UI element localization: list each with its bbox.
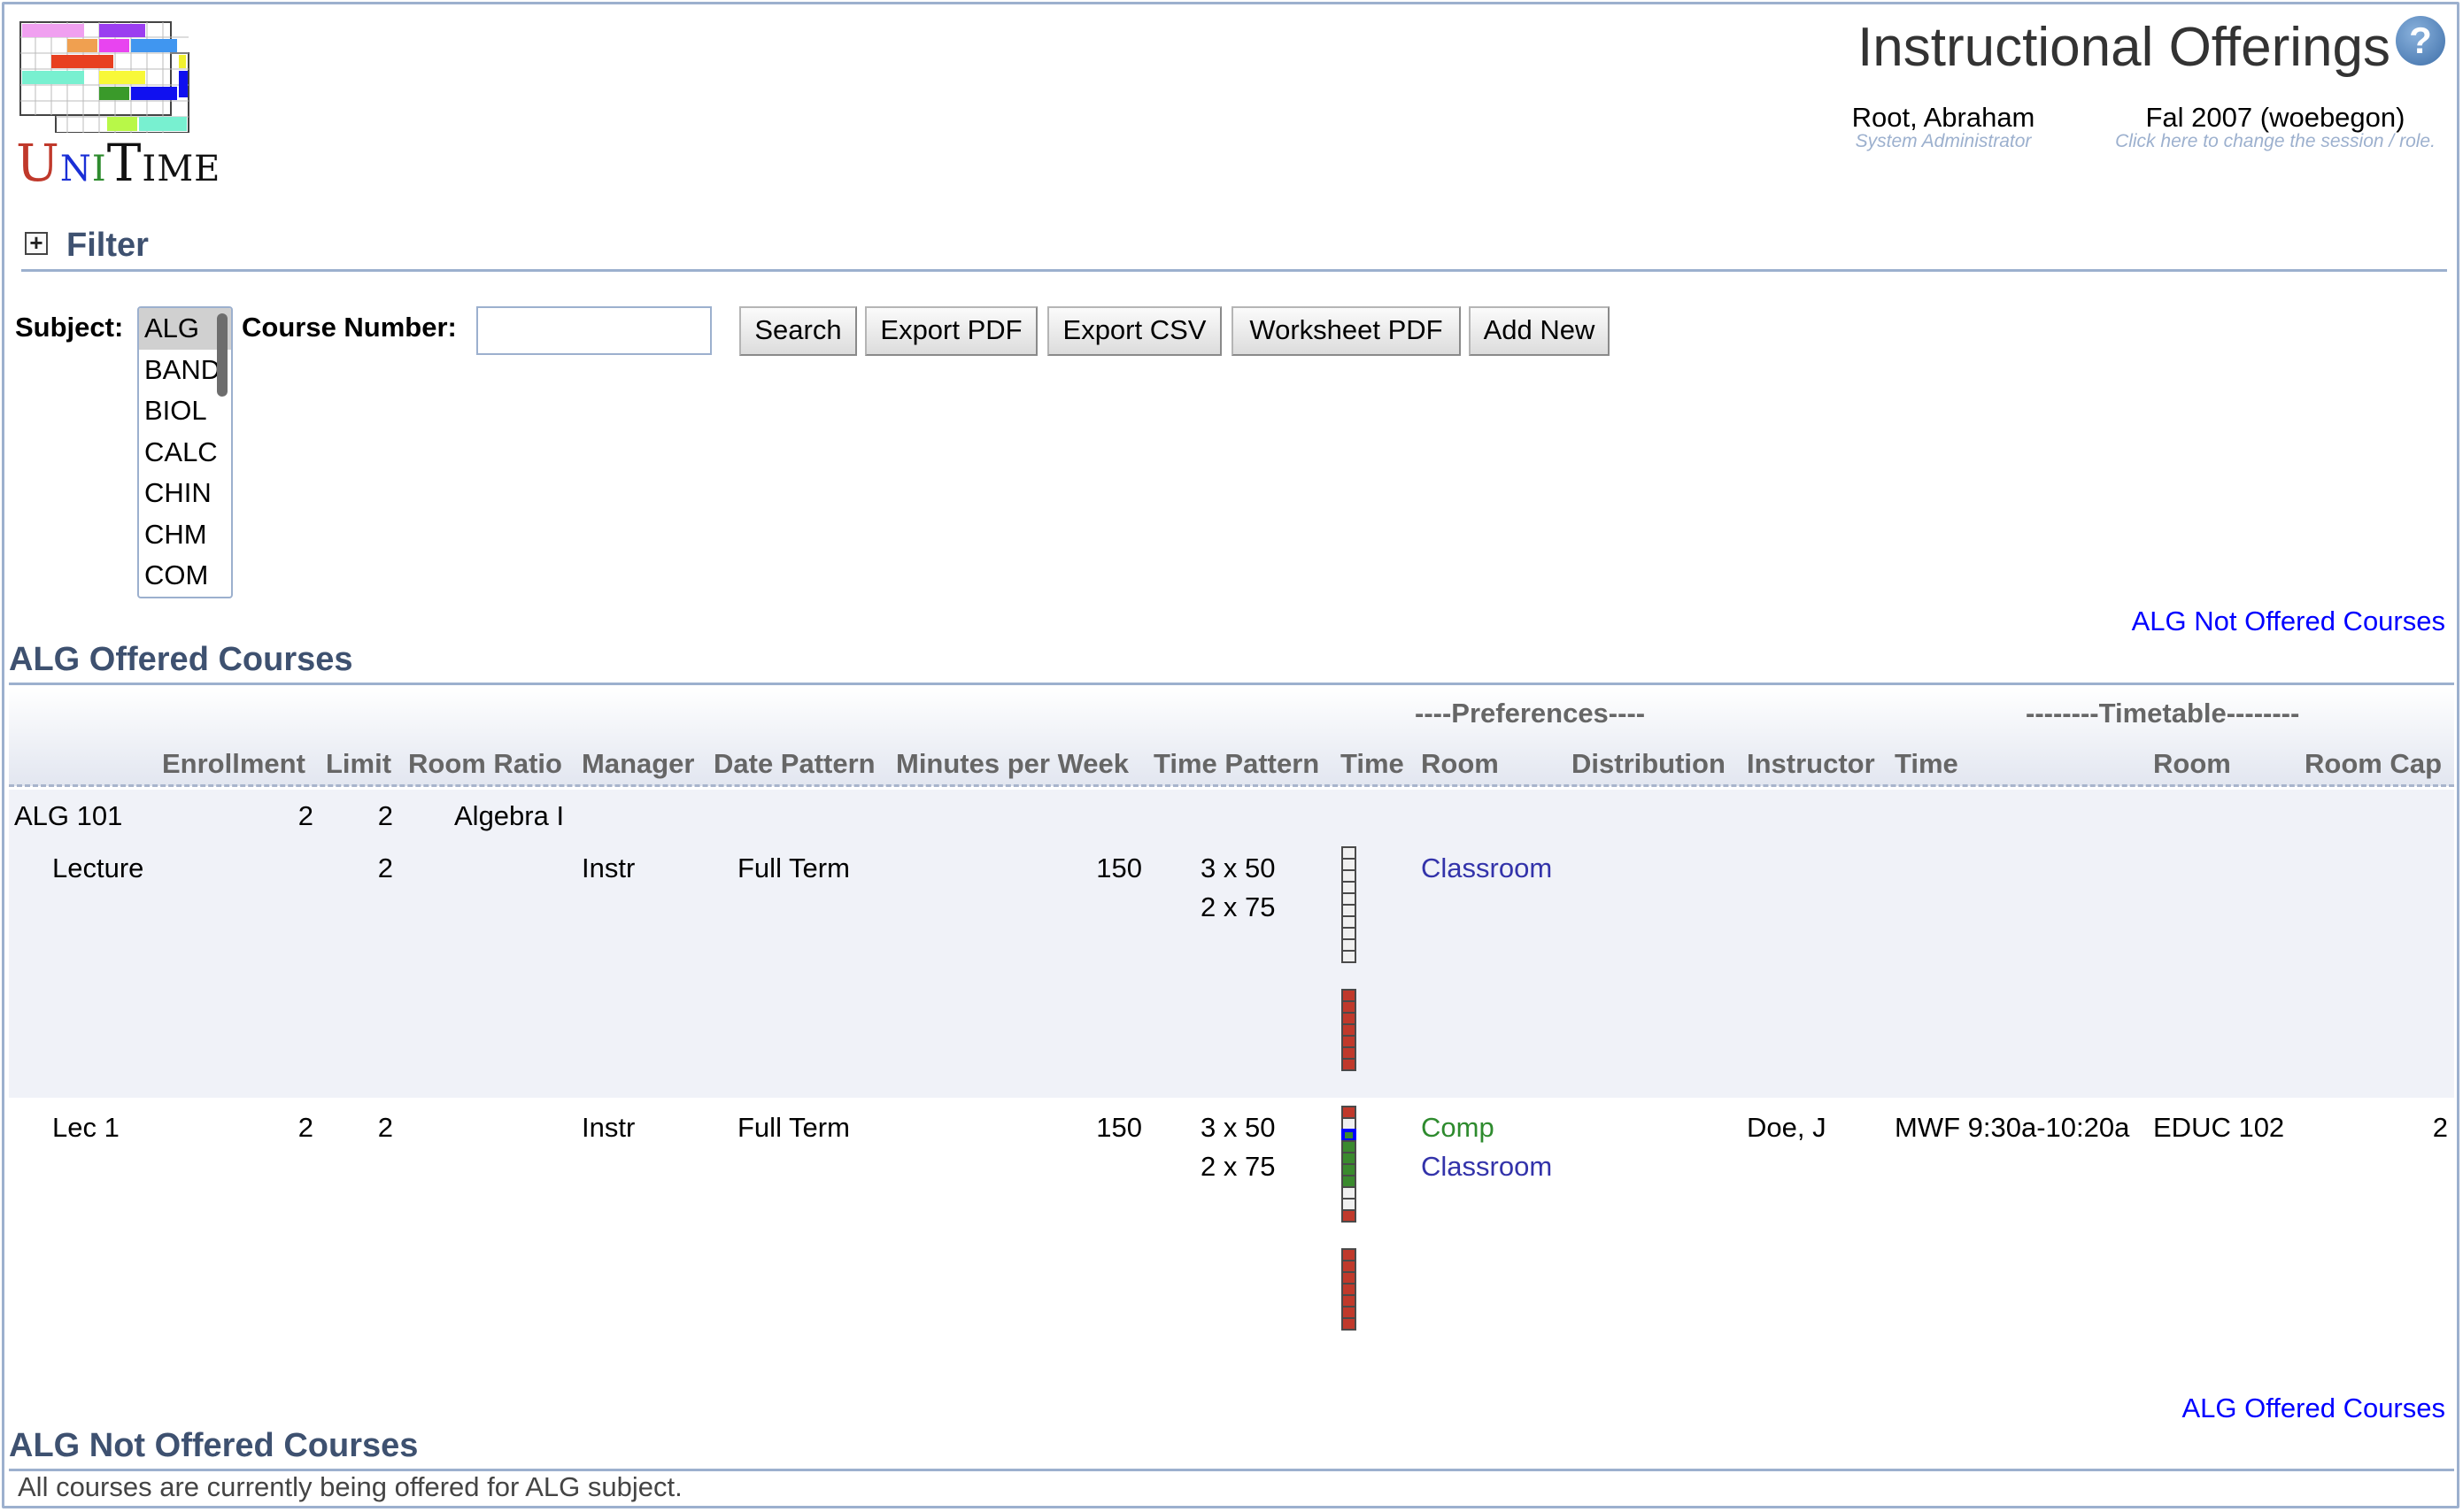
user-role: System Administrator bbox=[1855, 131, 2032, 151]
session-info[interactable]: Fal 2007 (woebegon) Click here to change… bbox=[2098, 102, 2452, 152]
subject-option[interactable]: CHM bbox=[139, 514, 231, 556]
row-time-pattern: 2 x 75 bbox=[1201, 891, 1276, 922]
preferences-group-header: ----Preferences---- bbox=[1415, 698, 1646, 729]
course-number-input[interactable] bbox=[476, 306, 712, 355]
col-instructor: Instructor bbox=[1747, 748, 1875, 779]
offered-courses-title: ALG Offered Courses bbox=[9, 641, 353, 678]
offered-divider bbox=[9, 683, 2454, 685]
time-pref-grid-top[interactable] bbox=[1341, 846, 1356, 963]
col-minutes-per-week: Minutes per Week bbox=[896, 748, 1130, 779]
row-date-pattern: Full Term bbox=[737, 852, 850, 883]
row-manager: Instr bbox=[582, 852, 636, 883]
course-limit: 2 bbox=[377, 800, 393, 831]
row-assigned-room: EDUC 102 bbox=[2153, 1112, 2285, 1143]
time-pref-cell-red[interactable] bbox=[1341, 1209, 1356, 1223]
subject-scrollbar[interactable] bbox=[217, 313, 228, 397]
user-name: Root, Abraham bbox=[1851, 102, 2035, 133]
not-offered-message: All courses are currently being offered … bbox=[18, 1471, 683, 1502]
row-minutes-per-week: 150 bbox=[1096, 852, 1142, 883]
time-pref-cell-white[interactable] bbox=[1341, 950, 1356, 963]
add-new-button[interactable]: Add New bbox=[1469, 306, 1610, 356]
row-limit: 2 bbox=[377, 852, 393, 883]
subject-option[interactable]: BIOL bbox=[139, 390, 231, 432]
row-date-pattern: Full Term bbox=[737, 1112, 850, 1143]
subject-select[interactable]: ALG BAND BIOL CALC CHIN CHM COM bbox=[137, 306, 233, 598]
time-pref-cell-red[interactable] bbox=[1341, 1317, 1356, 1331]
col-pref-time: Time bbox=[1340, 748, 1404, 779]
class-name[interactable]: Lec 1 bbox=[52, 1112, 120, 1144]
col-distribution: Distribution bbox=[1571, 748, 1726, 779]
row-instructor: Doe, J bbox=[1747, 1112, 1826, 1143]
help-icon[interactable]: ? bbox=[2396, 16, 2445, 66]
not-offered-courses-title: ALG Not Offered Courses bbox=[9, 1427, 419, 1464]
col-date-pattern: Date Pattern bbox=[714, 748, 876, 779]
row-room-cap: 2 bbox=[2432, 1112, 2448, 1143]
row-minutes-per-week: 150 bbox=[1096, 1112, 1142, 1143]
col-room-cap: Room Cap bbox=[2305, 748, 2442, 779]
header-divider bbox=[9, 784, 2454, 787]
course-number-label: Course Number: bbox=[242, 312, 457, 343]
row-time-pattern: 3 x 50 bbox=[1201, 852, 1276, 883]
col-manager: Manager bbox=[582, 748, 695, 779]
time-pref-cell-red[interactable] bbox=[1341, 1058, 1356, 1071]
subject-option[interactable]: CHIN bbox=[139, 473, 231, 514]
export-csv-button[interactable]: Export CSV bbox=[1047, 306, 1222, 356]
offered-courses-link[interactable]: ALG Offered Courses bbox=[2181, 1392, 2445, 1424]
worksheet-pdf-button[interactable]: Worksheet PDF bbox=[1232, 306, 1461, 356]
col-limit: Limit bbox=[326, 748, 392, 779]
filter-divider bbox=[21, 269, 2447, 272]
col-tt-room: Room bbox=[2153, 748, 2231, 779]
time-pref-grid-bottom[interactable] bbox=[1341, 989, 1356, 1071]
logo-wordmark: UNITIME bbox=[16, 133, 221, 193]
timetable-group-header: --------Timetable-------- bbox=[2026, 698, 2300, 729]
course-enrollment: 2 bbox=[297, 800, 313, 831]
time-pref-grid-top[interactable] bbox=[1341, 1106, 1356, 1223]
page-title: Instructional Offerings bbox=[1857, 17, 2390, 78]
col-time-pattern: Time Pattern bbox=[1154, 748, 1320, 779]
logo-grid-icon bbox=[19, 21, 189, 133]
session-hint: Click here to change the session / role. bbox=[2115, 131, 2436, 151]
not-offered-courses-link[interactable]: ALG Not Offered Courses bbox=[2132, 606, 2445, 637]
col-pref-room: Room bbox=[1421, 748, 1499, 779]
subject-label: Subject: bbox=[15, 312, 124, 343]
room-pref-classroom[interactable]: Classroom bbox=[1421, 852, 1552, 884]
row-limit: 2 bbox=[377, 1112, 393, 1143]
filter-title[interactable]: Filter bbox=[66, 227, 149, 265]
row-time-pattern: 3 x 50 bbox=[1201, 1112, 1276, 1143]
row-manager: Instr bbox=[582, 1112, 636, 1143]
subject-option[interactable]: CALC bbox=[139, 432, 231, 474]
course-title: Algebra I bbox=[454, 800, 565, 831]
col-room-ratio: Room Ratio bbox=[408, 748, 562, 779]
col-tt-time: Time bbox=[1895, 748, 1958, 779]
row-assigned-time: MWF 9:30a-10:20a bbox=[1895, 1112, 2130, 1143]
session-name: Fal 2007 (woebegon) bbox=[2145, 102, 2405, 133]
search-button[interactable]: Search bbox=[739, 306, 857, 356]
row-enrollment: 2 bbox=[297, 1112, 313, 1143]
course-name[interactable]: ALG 101 bbox=[14, 800, 122, 832]
room-pref-classroom[interactable]: Classroom bbox=[1421, 1151, 1552, 1183]
user-info[interactable]: Root, Abraham System Administrator bbox=[1846, 102, 2041, 152]
subpart-name[interactable]: Lecture bbox=[52, 852, 143, 884]
row-time-pattern: 2 x 75 bbox=[1201, 1151, 1276, 1182]
expand-filter-icon[interactable]: + bbox=[25, 231, 48, 255]
export-pdf-button[interactable]: Export PDF bbox=[865, 306, 1038, 356]
course-row-shade bbox=[9, 790, 2454, 1098]
time-pref-grid-bottom[interactable] bbox=[1341, 1248, 1356, 1331]
subject-option[interactable]: COM bbox=[139, 555, 231, 597]
col-enrollment: Enrollment bbox=[162, 748, 305, 779]
room-pref-comp[interactable]: Comp bbox=[1421, 1112, 1494, 1144]
